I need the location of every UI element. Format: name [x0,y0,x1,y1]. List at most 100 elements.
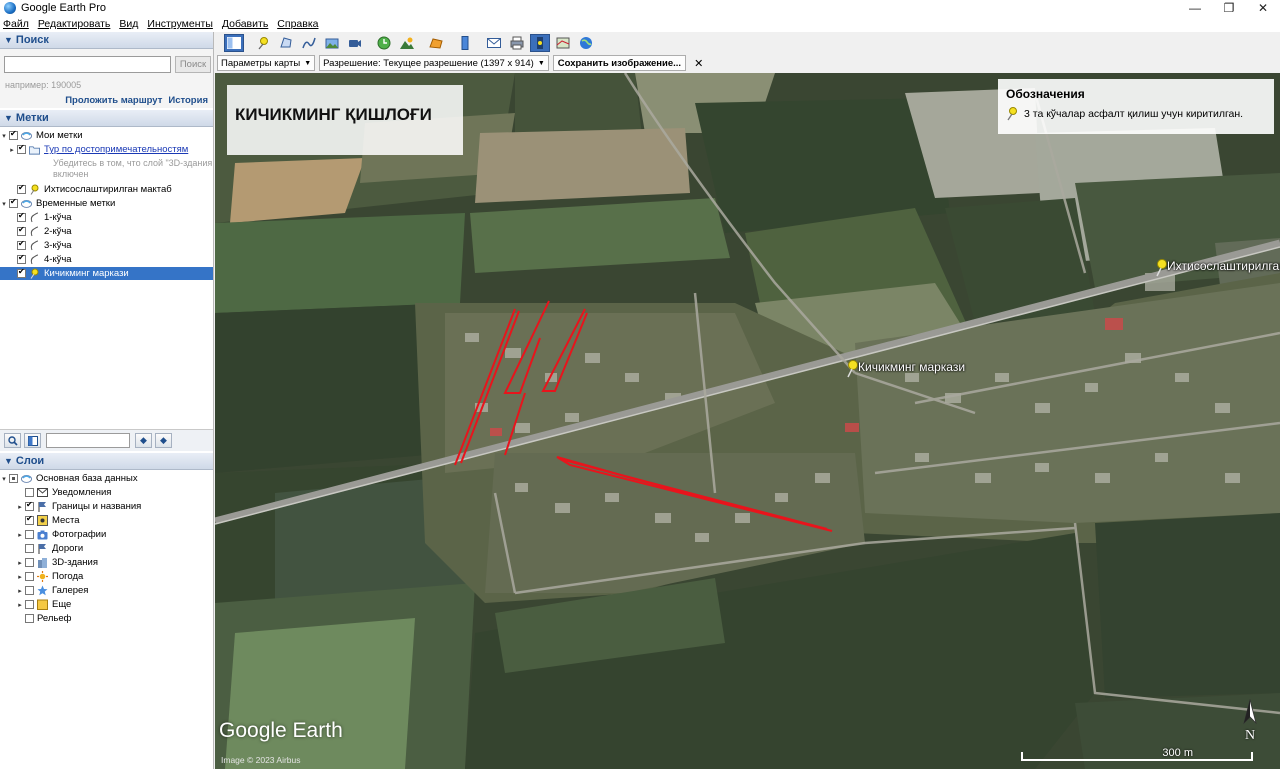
north-compass[interactable]: N [1240,698,1260,743]
tree-item-street-3[interactable]: 3-кўча [0,239,213,252]
center-pin-label[interactable]: Кичикминг маркази [858,360,965,374]
search-panel-header[interactable]: ▼ Поиск [0,32,213,49]
expand-arrow-icon[interactable]: ▸ [16,573,24,581]
historical-imagery-icon[interactable] [374,34,394,52]
toggle-panel-icon[interactable] [24,433,41,448]
tour-checkbox[interactable] [17,143,26,154]
placemark-icon[interactable] [253,34,273,52]
close-save-bar-icon[interactable]: ✕ [694,57,703,70]
tree-item-my-places[interactable]: ▾ Мои метки [0,129,213,142]
tree-item-center[interactable]: Кичикминг маркази [0,267,213,280]
tree-item-street-2[interactable]: 2-кўча [0,225,213,238]
menu-view[interactable]: Вид [119,18,138,30]
my-places-checkbox[interactable] [9,129,18,140]
notifications-checkbox[interactable] [25,488,34,497]
history-link[interactable]: История [168,95,208,106]
borders-checkbox[interactable] [25,500,34,511]
earth-icon[interactable] [576,34,596,52]
expand-arrow-icon[interactable]: ▸ [16,503,24,511]
print-icon[interactable] [507,34,527,52]
layer-places[interactable]: Места [0,514,213,527]
gallery-checkbox[interactable] [25,586,34,595]
weather-checkbox[interactable] [25,572,34,581]
ruler-icon[interactable] [455,34,475,52]
expand-arrow-icon[interactable]: ▾ [0,132,8,140]
resolution-dropdown[interactable]: Разрешение: Текущее разрешение (1397 x 9… [319,55,549,71]
map-view[interactable]: КИЧИКМИНГ ҚИШЛОҒИ Обозначения 3 та кўчал… [215,73,1280,769]
layer-more[interactable]: ▸ Еще [0,598,213,611]
email-icon[interactable] [484,34,504,52]
center-pushpin-icon[interactable] [845,360,859,378]
places-filter-input[interactable] [46,433,130,448]
move-down-icon[interactable]: ◆ [155,433,172,448]
school-pushpin-icon[interactable] [1154,259,1168,277]
photos-checkbox[interactable] [25,530,34,539]
search-input[interactable] [4,56,171,73]
tree-item-school[interactable]: Ихтисослаштирилган мактаб [0,183,213,196]
move-up-icon[interactable]: ◆ [135,433,152,448]
3d-buildings-checkbox[interactable] [25,558,34,567]
get-directions-link[interactable]: Проложить маршрут [65,95,162,106]
path-icon[interactable] [299,34,319,52]
street-2-checkbox[interactable] [17,225,26,236]
places-search-icon[interactable] [4,433,21,448]
layer-3d-buildings[interactable]: ▸ 3D-здания [0,556,213,569]
school-checkbox[interactable] [17,183,26,194]
school-pin-label[interactable]: Ихтисослаштирилган [1167,259,1280,273]
temporary-checkbox[interactable] [9,197,18,208]
places-layer-checkbox[interactable] [25,514,34,525]
expand-arrow-icon[interactable]: ▾ [0,475,8,483]
menu-help[interactable]: Справка [277,18,318,30]
notifications-label: Уведомления [52,487,112,498]
tree-item-street-4[interactable]: 4-кўча [0,253,213,266]
sun-icon[interactable] [397,34,417,52]
street-1-checkbox[interactable] [17,211,26,222]
record-tour-icon[interactable] [345,34,365,52]
menu-add[interactable]: Добавить [222,18,268,30]
map-options-dropdown[interactable]: Параметры карты ▼ [217,55,316,71]
tree-item-temporary[interactable]: ▾ Временные метки [0,197,213,210]
close-button[interactable]: ✕ [1246,0,1280,16]
layer-primary-database[interactable]: ▾ Основная база данных [0,472,213,485]
layer-terrain[interactable]: Рельеф [0,612,213,625]
minimize-button[interactable]: — [1178,0,1212,16]
primary-database-checkbox[interactable] [9,474,18,483]
layer-photos[interactable]: ▸ Фотографии [0,528,213,541]
search-button[interactable]: Поиск [175,56,211,73]
layer-weather[interactable]: ▸ Погода [0,570,213,583]
layer-roads[interactable]: Дороги [0,542,213,555]
street-4-checkbox[interactable] [17,253,26,264]
sidebar-toggle-icon[interactable] [224,33,244,52]
expand-arrow-icon[interactable]: ▸ [16,601,24,609]
menu-tools[interactable]: Инструменты [147,18,212,30]
terrain-checkbox[interactable] [25,614,34,623]
places-panel-header[interactable]: ▼ Метки [0,110,213,127]
tree-item-street-1[interactable]: 1-кўча [0,211,213,224]
polygon-icon[interactable] [276,34,296,52]
maximize-button[interactable]: ❐ [1212,0,1246,16]
tree-item-tour[interactable]: ▸ Тур по достопримечательностям [0,143,213,156]
save-image-icon[interactable] [530,33,550,52]
scale-label: 300 m [1162,747,1193,759]
expand-arrow-icon[interactable]: ▸ [8,146,16,154]
expand-arrow-icon[interactable]: ▸ [16,559,24,567]
expand-arrow-icon[interactable]: ▾ [0,200,8,208]
more-checkbox[interactable] [25,600,34,609]
roads-checkbox[interactable] [25,544,34,553]
camera-icon [37,529,48,540]
view-in-maps-icon[interactable] [553,34,573,52]
planets-icon[interactable] [426,34,446,52]
image-overlay-icon[interactable] [322,34,342,52]
street-3-checkbox[interactable] [17,239,26,250]
save-image-button[interactable]: Сохранить изображение... [552,55,687,71]
layer-gallery[interactable]: ▸ Галерея [0,584,213,597]
layer-borders[interactable]: ▸ Границы и названия [0,500,213,513]
menu-edit[interactable]: Редактировать [38,18,111,30]
expand-arrow-icon[interactable]: ▸ [16,531,24,539]
layers-panel-header[interactable]: ▼ Слои [0,453,213,470]
expand-arrow-icon[interactable]: ▸ [16,587,24,595]
center-checkbox[interactable] [17,267,26,278]
tour-link[interactable]: Тур по достопримечательностям [44,144,188,155]
layer-notifications[interactable]: Уведомления [0,486,213,499]
menu-file[interactable]: Файл [3,18,29,30]
